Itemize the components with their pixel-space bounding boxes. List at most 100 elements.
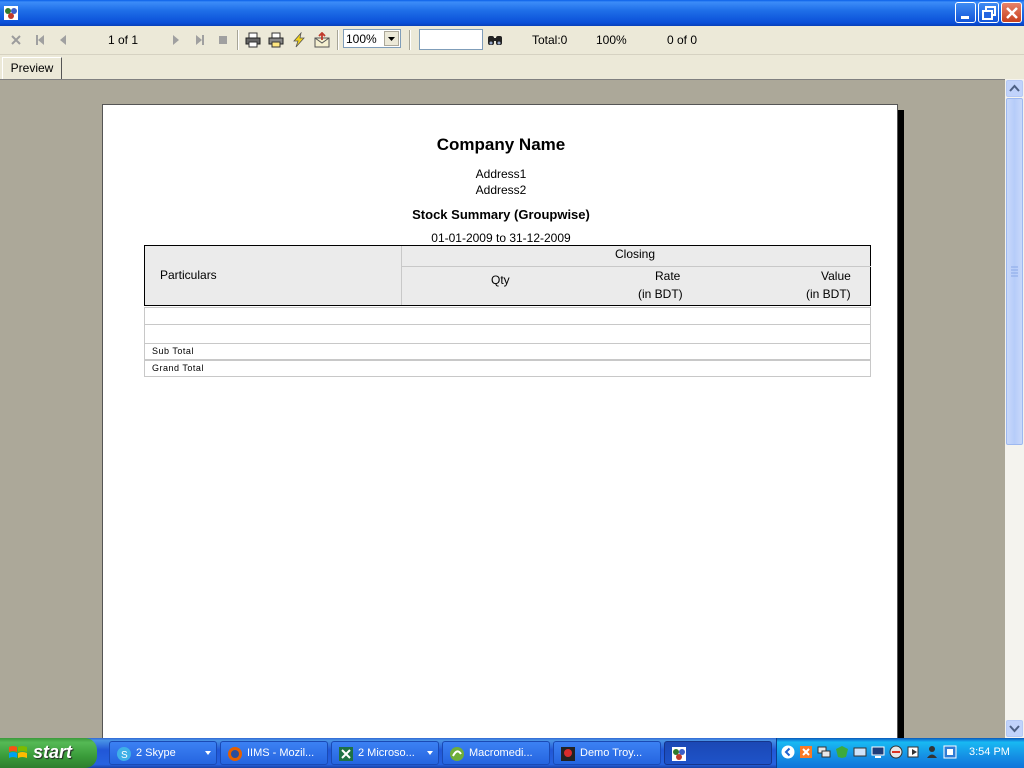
windows-logo-icon [9, 746, 27, 758]
address-line-1: Address1 [475, 167, 527, 181]
close-window-button[interactable] [1001, 2, 1022, 23]
status-icon[interactable] [889, 745, 903, 759]
start-button[interactable]: start [0, 738, 97, 768]
minimize-icon [961, 16, 969, 19]
scroll-up-button[interactable] [1006, 80, 1023, 97]
system-icon[interactable] [943, 745, 957, 759]
close-icon[interactable] [8, 32, 24, 48]
scroll-down-button[interactable] [1006, 720, 1023, 737]
total-label: Total:0 [532, 33, 568, 47]
xampp-icon[interactable] [799, 745, 813, 759]
stop-icon[interactable] [215, 32, 231, 48]
print-icon[interactable] [245, 32, 261, 48]
task-report-viewer[interactable] [664, 741, 772, 765]
header-divider [401, 266, 871, 267]
zoom-value: 100% [346, 32, 377, 46]
chevron-down-icon [205, 751, 211, 755]
header-value: Value [821, 269, 851, 283]
security-icon[interactable] [835, 745, 849, 759]
media-icon[interactable] [907, 745, 921, 759]
address-line-2: Address2 [475, 183, 527, 197]
taskbar-clock: 3:54 PM [969, 746, 1010, 758]
report-period: 01-01-2009 to 31-12-2009 [431, 231, 571, 245]
zoom-dropdown-button[interactable] [384, 31, 399, 46]
taskbar: start S 2 Skype IIMS - Mozil... 2 Micros… [0, 738, 1024, 768]
table-header: Particulars Closing Qty Rate (in BDT) Va… [144, 245, 871, 306]
print-setup-icon[interactable] [268, 32, 284, 48]
close-icon [1006, 7, 1018, 19]
display-icon[interactable] [871, 745, 885, 759]
header-value-unit: (in BDT) [806, 287, 851, 301]
network-icon[interactable] [817, 745, 831, 759]
svg-text:S: S [121, 750, 128, 761]
connection-icon[interactable] [853, 745, 867, 759]
last-page-icon[interactable] [192, 32, 208, 48]
task-label: Macromedi... [469, 747, 533, 759]
report-page: Company Name Address1 Address2 Stock Sum… [102, 104, 898, 739]
sub-total-row: Sub Total [144, 343, 871, 360]
skype-icon: S [117, 747, 131, 761]
zoom-select[interactable]: 100% [343, 29, 401, 48]
macromedia-icon [450, 747, 464, 761]
task-firefox[interactable]: IIMS - Mozil... [220, 741, 328, 765]
grip-icon [1011, 266, 1018, 277]
system-tray: 3:54 PM [776, 738, 1024, 768]
header-qty: Qty [491, 273, 510, 287]
tab-strip: Preview [0, 55, 1024, 79]
minimize-button[interactable] [955, 2, 976, 23]
window-titlebar[interactable] [0, 0, 1024, 26]
toolbar-separator [337, 30, 339, 50]
app-icon [672, 747, 686, 761]
demo-app-icon [561, 747, 575, 761]
prev-page-icon[interactable] [55, 32, 71, 48]
task-label: 2 Skype [136, 747, 176, 759]
report-toolbar: 1 of 1 100% Total:0 100% 0 of 0 [0, 26, 1024, 55]
company-name: Company Name [436, 135, 566, 154]
app-icon [4, 6, 18, 20]
chevron-down-icon [1009, 725, 1020, 733]
export-icon[interactable] [314, 32, 330, 48]
report-preview-area[interactable]: Company Name Address1 Address2 Stock Sum… [0, 79, 1005, 739]
sub-total-label: Sub Total [152, 346, 194, 356]
start-label: start [33, 742, 73, 762]
task-skype[interactable]: S 2 Skype [109, 741, 217, 765]
first-page-icon[interactable] [32, 32, 48, 48]
chevron-up-icon [1009, 84, 1020, 92]
column-divider [401, 246, 402, 305]
task-excel[interactable]: 2 Microso... [331, 741, 439, 765]
vertical-scrollbar[interactable] [1005, 79, 1024, 738]
page-indicator: 1 of 1 [108, 33, 139, 47]
chevron-down-icon [388, 37, 395, 41]
search-text-input[interactable] [419, 29, 483, 50]
user-icon[interactable] [925, 745, 939, 759]
percent-label: 100% [596, 33, 627, 47]
excel-icon [339, 747, 353, 761]
chevron-left-icon[interactable] [781, 745, 795, 759]
task-label: 2 Microso... [358, 747, 415, 759]
task-label: IIMS - Mozil... [247, 747, 315, 759]
task-label: Demo Troy... [580, 747, 643, 759]
task-macromedia[interactable]: Macromedi... [442, 741, 550, 765]
grand-total-label: Grand Total [152, 363, 204, 373]
header-closing: Closing [615, 247, 656, 261]
restore-button[interactable] [978, 2, 999, 23]
next-page-icon[interactable] [168, 32, 184, 48]
refresh-icon[interactable] [291, 32, 307, 48]
grand-total-row: Grand Total [144, 360, 871, 377]
firefox-icon [228, 747, 242, 761]
toolbar-separator [409, 30, 411, 50]
find-icon[interactable] [487, 32, 503, 48]
report-title: Stock Summary (Groupwise) [412, 207, 590, 222]
scroll-thumb[interactable] [1006, 98, 1023, 445]
restore-icon [982, 6, 996, 20]
header-rate-unit: (in BDT) [638, 287, 683, 301]
header-particulars: Particulars [160, 268, 217, 282]
table-row [144, 307, 871, 324]
task-demo[interactable]: Demo Troy... [553, 741, 661, 765]
toolbar-separator [237, 30, 239, 50]
tab-preview[interactable]: Preview [2, 57, 62, 79]
match-count: 0 of 0 [667, 33, 698, 47]
header-rate: Rate [655, 269, 681, 283]
chevron-down-icon [427, 751, 433, 755]
table-row [144, 324, 871, 343]
